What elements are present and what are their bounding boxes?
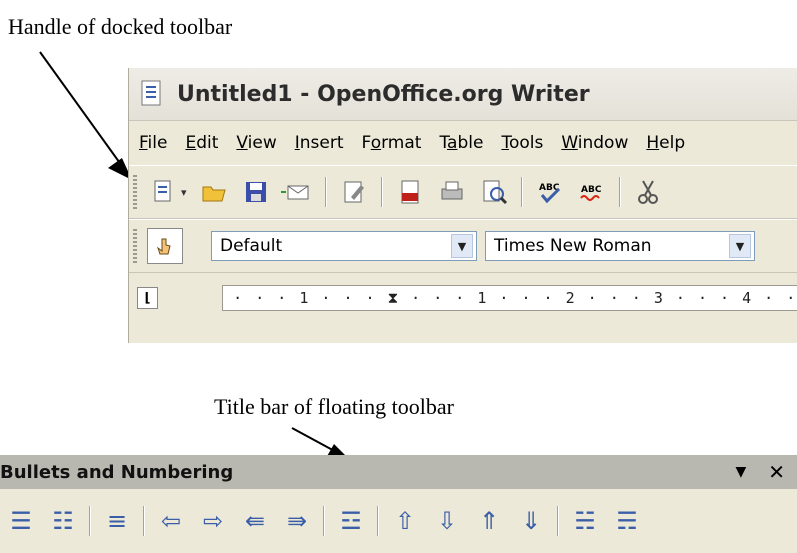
menu-item[interactable]: Edit	[185, 133, 218, 153]
move-up-with-subpoints-icon[interactable]: ⇑	[477, 507, 501, 535]
window-titlebar[interactable]: Untitled1 - OpenOffice.org Writer	[129, 68, 797, 121]
cut-icon[interactable]	[635, 179, 661, 205]
menu-item[interactable]: Insert	[295, 133, 344, 153]
menu-label-part: ools	[508, 133, 544, 153]
menu-label-part: F	[361, 133, 371, 153]
export-pdf-icon[interactable]	[397, 179, 423, 205]
caption-docked-handle: Handle of docked toolbar	[8, 14, 233, 39]
demote-one-level-icon[interactable]: ⇨	[201, 507, 225, 535]
writer-window: Untitled1 - OpenOffice.org Writer File Ed…	[128, 68, 797, 343]
demote-with-subpoints-icon[interactable]: ⇛	[285, 507, 309, 535]
toolbar-separator	[520, 177, 523, 207]
bullets-and-numbering-dialog-icon[interactable]: ☴	[615, 507, 639, 535]
toolbar-separator	[377, 506, 379, 536]
menu-item[interactable]: Window	[561, 133, 628, 153]
arrow-to-docked-handle	[39, 51, 123, 167]
edit-file-icon[interactable]	[341, 179, 367, 205]
menu-label-part: rmat	[381, 133, 422, 153]
menu-mnemonic: T	[501, 133, 509, 153]
toolbar-handle[interactable]	[133, 229, 137, 263]
print-icon[interactable]	[439, 179, 465, 205]
outline-off-icon[interactable]: ≡	[105, 507, 129, 535]
menu-label-part: nsert	[299, 133, 344, 153]
chevron-down-icon[interactable]: ▼	[451, 234, 473, 258]
email-document-icon[interactable]	[280, 179, 311, 205]
formatting-toolbar: Default ▼ Times New Roman ▼	[129, 219, 797, 273]
menu-mnemonic: H	[646, 133, 660, 153]
standard-toolbar: ▾ ABC ABC	[129, 165, 797, 219]
caption-floating-title: Title bar of floating toolbar	[214, 394, 454, 419]
menu-mnemonic: o	[370, 133, 382, 153]
move-down-with-subpoints-icon[interactable]: ⇓	[519, 507, 543, 535]
svg-text:ABC: ABC	[581, 185, 602, 195]
move-down-icon[interactable]: ⇩	[435, 507, 459, 535]
new-document-icon[interactable]	[151, 179, 177, 205]
menu-label-part: ile	[147, 133, 168, 153]
open-folder-icon[interactable]	[201, 179, 227, 205]
window-title: Untitled1 - OpenOffice.org Writer	[177, 81, 590, 107]
font-name-value: Times New Roman	[494, 236, 652, 256]
save-icon[interactable]	[243, 179, 269, 205]
menu-label-part: ble	[457, 133, 484, 153]
tab-stop-type-icon[interactable]: ⌊	[137, 287, 159, 309]
menu-label-part: elp	[659, 133, 686, 153]
toolbar-separator	[89, 506, 91, 536]
menu-mnemonic: V	[236, 133, 248, 153]
toolbar-handle[interactable]	[133, 175, 137, 209]
page-preview-icon[interactable]	[481, 179, 507, 205]
menu-label-part: T	[439, 133, 448, 153]
menu-item[interactable]: Table	[439, 133, 483, 153]
menu-mnemonic: a	[447, 133, 458, 153]
menu-label-part: indow	[577, 133, 629, 153]
floating-toolbar-icons: ☰ ☷ ≡ ⇦ ⇨ ⇚ ⇛ ☲ ⇧ ⇩ ⇑ ⇓ ☵ ☴	[0, 489, 797, 553]
new-dropdown-arrow-icon[interactable]: ▾	[181, 186, 187, 199]
menu-mnemonic: F	[139, 133, 148, 153]
styles-formatting-icon[interactable]	[147, 228, 183, 264]
menu-label-part: dit	[196, 133, 219, 153]
floating-toolbar-title: Bullets and Numbering	[0, 461, 234, 483]
toolbar-separator	[557, 506, 559, 536]
restart-numbering-icon[interactable]: ☵	[573, 507, 597, 535]
menu-item[interactable]: Tools	[501, 133, 543, 153]
writer-document-icon	[139, 79, 167, 109]
toolbar-separator	[618, 177, 621, 207]
floating-toolbar-titlebar[interactable]: Bullets and Numbering ▼ ✕	[0, 455, 797, 489]
toolbar-separator	[380, 177, 383, 207]
menu-item[interactable]: Help	[646, 133, 685, 153]
chevron-down-icon[interactable]: ▼	[729, 234, 751, 258]
spellcheck-icon[interactable]: ABC	[537, 179, 563, 205]
toolbar-separator	[324, 177, 327, 207]
font-name-select[interactable]: Times New Roman ▼	[485, 231, 755, 261]
toolbar-separator	[143, 506, 145, 536]
menu-item[interactable]: View	[236, 133, 276, 153]
promote-one-level-icon[interactable]: ⇦	[159, 507, 183, 535]
promote-with-subpoints-icon[interactable]: ⇚	[243, 507, 267, 535]
numbering-off-icon[interactable]: ☷	[51, 507, 75, 535]
menu-item[interactable]: Format	[362, 133, 422, 153]
arrow-to-floating-title	[291, 427, 341, 455]
toolbar-separator	[323, 506, 325, 536]
menu-bar: File Edit View Insert Format Table Tools Window…	[129, 121, 797, 165]
close-icon[interactable]: ✕	[768, 460, 785, 484]
toolbar-options-icon[interactable]: ▼	[735, 464, 746, 480]
move-up-icon[interactable]: ⇧	[393, 507, 417, 535]
horizontal-ruler[interactable]: · · · 1 · · · ⧗ · · · 1 · · · 2 · · · 3 …	[222, 285, 797, 311]
ruler-row: ⌊ · · · 1 · · · ⧗ · · · 1 · · · 2 · · · …	[129, 273, 797, 323]
bullets-off-icon[interactable]: ☰	[9, 507, 33, 535]
insert-unnumbered-entry-icon[interactable]: ☲	[339, 507, 363, 535]
paragraph-style-select[interactable]: Default ▼	[211, 231, 477, 261]
menu-mnemonic: E	[185, 133, 197, 153]
autospellcheck-icon[interactable]: ABC	[579, 179, 605, 205]
floating-toolbar: Bullets and Numbering ▼ ✕ ☰ ☷ ≡ ⇦ ⇨ ⇚ ⇛ ☲ ⇧ ⇩ ⇑ ⇓ ☵ ☴	[0, 455, 797, 553]
paragraph-style-value: Default	[220, 236, 283, 256]
menu-item[interactable]: File	[139, 133, 167, 153]
menu-mnemonic: W	[561, 133, 578, 153]
menu-label-part: iew	[247, 133, 277, 153]
